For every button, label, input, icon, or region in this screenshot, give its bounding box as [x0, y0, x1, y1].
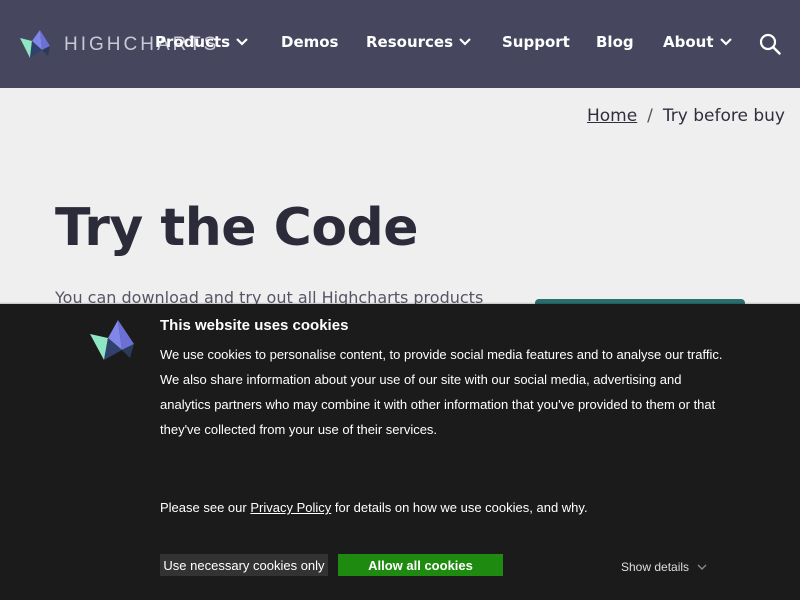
nav-label: Demos — [281, 33, 339, 51]
cookie-body-line: We also share information about your use… — [160, 372, 682, 387]
nav-resources[interactable]: Resources — [366, 33, 472, 51]
cookie-body-line: analytics partners who may combine it wi… — [160, 397, 716, 412]
cookie-body-line: they've collected from your use of their… — [160, 422, 438, 437]
nav-label: About — [663, 33, 714, 51]
privacy-policy-link[interactable]: Privacy Policy — [250, 500, 331, 515]
nav-products[interactable]: Products — [155, 33, 249, 51]
breadcrumb-current: Try before buy — [662, 106, 785, 126]
nav-label: Blog — [596, 33, 634, 51]
cookie-policy-text: Please see our Privacy Policy for detail… — [160, 500, 588, 515]
nav-about[interactable]: About — [663, 33, 733, 51]
page-title: Try the Code — [55, 198, 419, 258]
breadcrumb-home-link[interactable]: Home — [587, 106, 637, 126]
show-details-toggle[interactable]: Show details — [621, 560, 707, 574]
breadcrumb: Home / Try before buy — [587, 106, 785, 126]
nav-demos[interactable]: Demos — [281, 33, 339, 51]
chevron-down-icon — [459, 38, 471, 46]
chevron-down-icon — [719, 38, 732, 46]
policy-prefix: Please see our — [160, 500, 251, 515]
allow-all-cookies-button[interactable]: Allow all cookies — [338, 554, 503, 576]
nav-label: Resources — [366, 33, 454, 51]
cookie-body-line: We use cookies to personalise content, t… — [160, 347, 723, 362]
site-header: HIGHCHARTS Products Demos Resources Supp… — [0, 0, 800, 88]
highcharts-logo-icon — [20, 30, 50, 58]
chevron-down-icon — [236, 38, 248, 46]
nav-label: Products — [155, 33, 231, 51]
breadcrumb-separator: / — [647, 106, 653, 126]
nav-blog[interactable]: Blog — [596, 33, 634, 51]
highcharts-logo-icon — [90, 320, 134, 360]
nav-support[interactable]: Support — [502, 33, 570, 51]
cookie-body: We use cookies to personalise content, t… — [160, 342, 740, 442]
show-details-label: Show details — [621, 560, 690, 574]
search-icon[interactable] — [759, 33, 781, 55]
nav-label: Support — [502, 33, 570, 51]
policy-suffix: for details on how we use cookies, and w… — [331, 500, 588, 515]
chevron-down-icon — [697, 564, 707, 570]
use-necessary-cookies-button[interactable]: Use necessary cookies only — [160, 554, 328, 576]
cookie-title: This website uses cookies — [160, 317, 349, 334]
